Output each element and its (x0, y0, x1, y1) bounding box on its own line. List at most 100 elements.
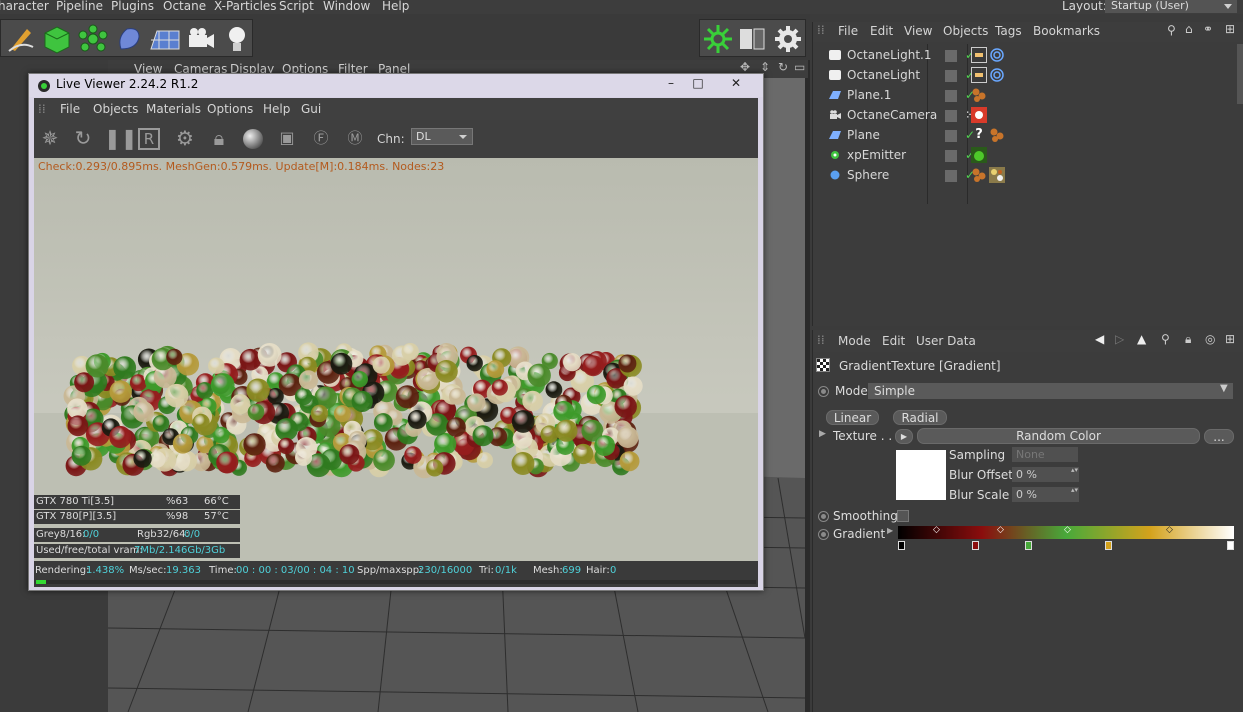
floor-grid-icon[interactable] (149, 23, 181, 55)
link-icon[interactable]: ⚭ (1203, 22, 1213, 36)
octane-light-tag-icon[interactable] (971, 67, 987, 83)
settings-gear-icon[interactable]: ⚙ (172, 125, 198, 151)
mode-animate-radio[interactable] (818, 386, 829, 397)
om-menu-bookmarks[interactable]: Bookmarks (1033, 24, 1100, 38)
object-row-octanelight[interactable]: OctaneLight ✓ (827, 66, 1237, 86)
menu-window[interactable]: Window (323, 0, 370, 13)
expand-arrow-icon[interactable]: ▶ (819, 429, 826, 439)
send-scene-icon[interactable]: ✵ (37, 125, 63, 151)
menu-x-particles[interactable]: X-Particles (214, 0, 277, 13)
linear-button[interactable]: Linear (826, 410, 879, 425)
menu-pipeline[interactable]: Pipeline (56, 0, 103, 13)
pen-tool-icon[interactable] (5, 23, 37, 55)
back-arrow-icon[interactable]: ◀ (1095, 332, 1104, 346)
xp-tag-icon[interactable] (971, 147, 987, 163)
live-viewer-titlebar[interactable]: Live Viewer 2.24.2 R1.2 – □ ✕ (29, 74, 763, 97)
om-menu-tags[interactable]: Tags (995, 24, 1022, 38)
render-settings-icon[interactable] (772, 23, 804, 55)
menu-script[interactable]: Script (279, 0, 314, 13)
channel-dropdown[interactable]: DL (411, 128, 473, 145)
om-menu-file[interactable]: File (838, 24, 858, 38)
search-icon[interactable]: ⚲ (1161, 332, 1170, 346)
gradient-interpolation-knot[interactable]: ◇ (1064, 525, 1071, 535)
minimize-button[interactable]: – (658, 75, 684, 92)
object-name[interactable]: Sphere (847, 168, 889, 182)
octane-camera-tag-icon[interactable] (971, 107, 987, 123)
lv-menu-gui[interactable]: Gui (301, 102, 321, 116)
object-row-plane-1[interactable]: Plane.1 ✓ (827, 86, 1237, 106)
om-menu-edit[interactable]: Edit (870, 24, 893, 38)
layer-icon[interactable] (945, 110, 957, 122)
object-row-octanecamera[interactable]: OctaneCamera ⁙ (827, 106, 1237, 126)
layer-icon[interactable] (945, 70, 957, 82)
close-button[interactable]: ✕ (723, 75, 749, 92)
up-arrow-icon[interactable]: ▲ (1137, 332, 1146, 346)
am-menu-mode[interactable]: Mode (838, 334, 871, 348)
octane-light-tag-icon[interactable] (971, 47, 987, 63)
layer-icon[interactable] (945, 130, 957, 142)
expand-arrow-icon[interactable]: ▶ (887, 526, 893, 535)
layout-dropdown[interactable]: Startup (User) (1105, 0, 1237, 13)
gradient-interpolation-knot[interactable]: ◇ (997, 525, 1004, 535)
texture-more-button[interactable]: ... (1204, 429, 1234, 444)
search-icon[interactable]: ⚲ (1167, 23, 1176, 37)
am-menu-user-data[interactable]: User Data (916, 334, 976, 348)
gradient-color-knot[interactable] (898, 541, 905, 550)
menu-help[interactable]: Help (382, 0, 409, 13)
menu-character[interactable]: haracter (0, 0, 49, 13)
light-bulb-icon[interactable] (221, 23, 253, 55)
material-tag-icon[interactable] (971, 87, 987, 103)
unknown-tag-icon[interactable]: ? (971, 127, 987, 143)
home-icon[interactable]: ⌂ (1185, 22, 1193, 36)
layer-icon[interactable] (945, 150, 957, 162)
texture-shader-button[interactable]: Random Color (917, 428, 1200, 444)
material-ball-icon[interactable] (242, 128, 264, 150)
viewport-zoom-icon[interactable]: ⇕ (760, 60, 770, 74)
object-name[interactable]: Plane.1 (847, 88, 891, 102)
gradient-color-knot[interactable] (1024, 541, 1032, 550)
lock-icon[interactable]: 🔒︎ (1185, 332, 1191, 347)
mode-dropdown[interactable]: Simple (868, 383, 1233, 399)
texture-arrow-button[interactable]: ▶ (895, 429, 913, 444)
lv-menu-help[interactable]: Help (263, 102, 290, 116)
camera-tool-icon[interactable] (185, 23, 217, 55)
material-tag-icon[interactable] (971, 167, 987, 183)
layer-icon[interactable] (945, 170, 957, 182)
render-view-icon[interactable] (736, 23, 768, 55)
deformer-icon[interactable] (113, 23, 145, 55)
smoothing-animate-radio[interactable] (818, 511, 829, 522)
object-name[interactable]: Plane (847, 128, 880, 142)
gradient-color-knot[interactable] (972, 541, 980, 550)
viewport-rotate-icon[interactable]: ↻ (778, 60, 788, 74)
radial-button[interactable]: Radial (893, 410, 947, 425)
cloner-icon[interactable] (77, 23, 109, 55)
octane-render-icon[interactable] (702, 23, 734, 55)
region-render-icon[interactable]: R (138, 128, 160, 150)
gradient-color-knot[interactable] (1227, 541, 1234, 550)
object-row-octanelight-1[interactable]: OctaneLight.1 ✓ (827, 46, 1237, 66)
target-tag-icon[interactable] (989, 47, 1005, 63)
viewport-move-icon[interactable]: ✥ (740, 60, 750, 74)
target-icon[interactable]: ◎ (1205, 332, 1215, 346)
gradient-animate-radio[interactable] (818, 529, 829, 540)
gradient-interpolation-knot[interactable]: ◇ (933, 525, 940, 535)
sampling-dropdown[interactable]: None (1012, 447, 1078, 462)
layer-icon[interactable] (945, 50, 957, 62)
object-row-sphere[interactable]: Sphere ✓ (827, 166, 1237, 186)
gradient-color-knot[interactable] (1105, 541, 1113, 550)
target-tag-icon[interactable] (989, 67, 1005, 83)
smoothing-checkbox[interactable] (897, 510, 909, 522)
material-pick-icon[interactable]: Ⓜ (342, 125, 368, 151)
menu-plugins[interactable]: Plugins (111, 0, 154, 13)
new-panel-icon[interactable]: ⊞ (1225, 332, 1235, 346)
object-name[interactable]: OctaneLight (847, 68, 920, 82)
restart-icon[interactable]: ↻ (70, 125, 96, 151)
lv-menu-options[interactable]: Options (207, 102, 253, 116)
blur-scale-input[interactable]: 0 % (1012, 487, 1079, 502)
texture-tag-icon[interactable] (989, 167, 1005, 183)
cube-icon[interactable] (41, 23, 73, 55)
object-name[interactable]: OctaneLight.1 (847, 48, 932, 62)
layer-icon[interactable] (945, 90, 957, 102)
lv-menu-file[interactable]: File (60, 102, 80, 116)
focus-pick-icon[interactable]: Ⓕ (308, 125, 334, 151)
